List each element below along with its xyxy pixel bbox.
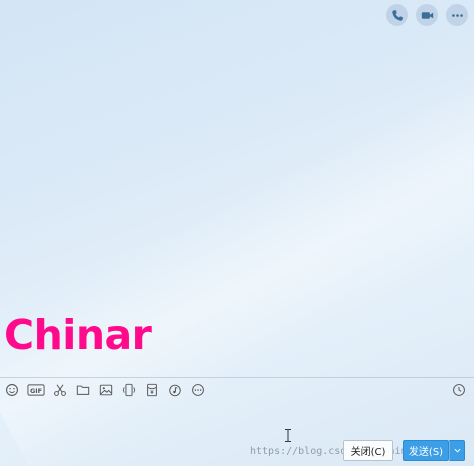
overlay-name-text: Chinar [4, 311, 152, 359]
image-icon [99, 384, 112, 396]
voice-call-button[interactable] [386, 4, 408, 26]
close-button[interactable]: 关闭(C) [343, 440, 393, 461]
text-cursor-icon [285, 429, 291, 442]
send-options-dropdown[interactable] [449, 440, 465, 461]
video-icon [421, 11, 433, 19]
more-icon [451, 13, 463, 17]
screenshot-button[interactable] [51, 382, 68, 399]
emoji-icon [5, 384, 18, 396]
more-options-icon [191, 384, 204, 396]
send-button[interactable]: 发送(S) [403, 440, 449, 461]
gif-button[interactable]: GIF [26, 382, 45, 399]
send-file-button[interactable] [74, 382, 91, 399]
chat-window: Chinar GIF https:/ [0, 0, 474, 466]
scissors-icon [53, 384, 66, 396]
music-button[interactable] [166, 382, 183, 399]
shake-icon [122, 383, 135, 397]
red-packet-icon [146, 383, 157, 397]
red-packet-button[interactable] [143, 382, 160, 399]
gif-icon: GIF [26, 384, 45, 396]
phone-icon [391, 9, 403, 21]
input-divider [0, 377, 474, 378]
chevron-down-icon [454, 448, 460, 453]
message-history-button[interactable] [451, 381, 467, 398]
more-menu-button[interactable] [446, 4, 468, 26]
emoji-button[interactable] [3, 382, 20, 399]
more-tools-button[interactable] [189, 382, 206, 399]
chat-header-actions [386, 4, 468, 26]
input-toolbar: GIF [3, 381, 206, 399]
folder-icon [76, 385, 89, 395]
clock-icon [453, 383, 465, 396]
gif-label: GIF [29, 387, 41, 395]
music-icon [168, 384, 181, 397]
shake-button[interactable] [120, 382, 137, 399]
video-call-button[interactable] [416, 4, 438, 26]
send-image-button[interactable] [97, 382, 114, 399]
